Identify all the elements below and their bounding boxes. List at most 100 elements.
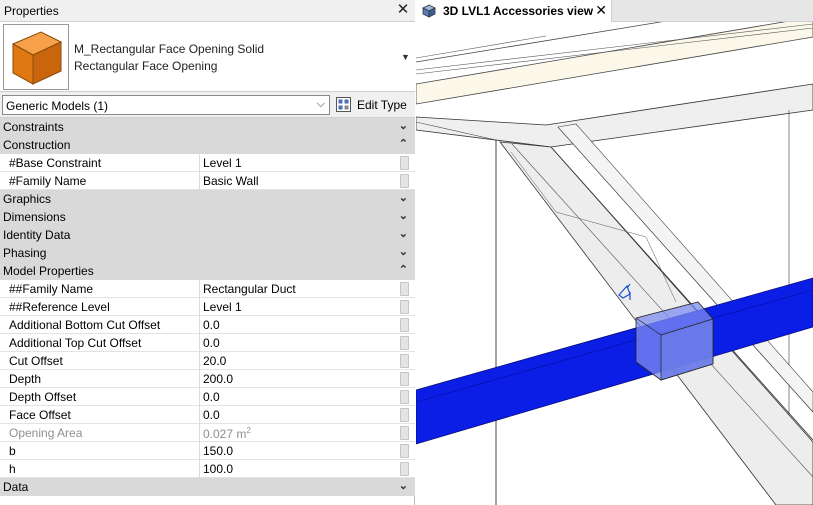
property-name: Depth Offset (0, 388, 200, 406)
property-name: Face Offset (0, 406, 200, 424)
associate-parameter-button[interactable] (400, 444, 409, 458)
chevron-down-icon: ⌵ (316, 98, 325, 110)
3d-model-drawing (416, 22, 813, 505)
view-tab-title: 3D LVL1 Accessories view (443, 4, 594, 18)
property-value[interactable]: 100.0 (200, 460, 396, 478)
collapse-icon[interactable]: ⌃ (399, 137, 408, 150)
group-header[interactable]: Data ⌄ (0, 478, 415, 496)
property-value[interactable]: 0.0 (200, 334, 396, 352)
group-header[interactable]: Construction ⌃ (0, 136, 415, 154)
associate-parameter-button[interactable] (400, 300, 409, 314)
expand-icon[interactable]: ⌄ (399, 227, 408, 240)
property-row: Cut Offset 20.0 (0, 352, 415, 370)
close-icon[interactable]: ✕ (395, 2, 411, 18)
property-row: b 150.0 (0, 442, 415, 460)
property-name: Opening Area (0, 424, 200, 442)
edit-type-button[interactable]: Edit Type (334, 95, 412, 115)
palette-title: Properties (4, 4, 59, 18)
property-row: Additional Top Cut Offset 0.0 (0, 334, 415, 352)
family-name: M_Rectangular Face Opening Solid (74, 42, 265, 56)
3d-viewport[interactable] (416, 22, 813, 505)
associate-parameter-button[interactable] (400, 174, 409, 188)
associate-parameter-button[interactable] (400, 354, 409, 368)
properties-palette: Properties ✕ M_Rectangular Face Opening … (0, 0, 415, 505)
property-row: ##Reference Level Level 1 (0, 298, 415, 316)
associate-parameter-button[interactable] (400, 390, 409, 404)
associate-parameter-button[interactable] (400, 336, 409, 350)
associate-parameter-button[interactable] (400, 372, 409, 386)
group-header[interactable]: Identity Data ⌄ (0, 226, 415, 244)
property-name: #Base Constraint (0, 154, 200, 172)
expand-icon[interactable]: ⌄ (399, 191, 408, 204)
unit-superscript: 2 (246, 426, 251, 435)
3d-view-icon (422, 4, 436, 18)
property-value[interactable]: Rectangular Duct (200, 280, 396, 298)
group-name: Constraints (3, 120, 64, 134)
group-header[interactable]: Constraints ⌄ (0, 118, 415, 136)
property-row: Depth Offset 0.0 (0, 388, 415, 406)
property-name: Additional Top Cut Offset (0, 334, 200, 352)
property-row: Opening Area 0.027 m2 (0, 424, 415, 442)
property-name: #Family Name (0, 172, 200, 190)
property-value[interactable]: Level 1 (200, 154, 396, 172)
property-name: b (0, 442, 200, 460)
group-name: Data (3, 480, 29, 494)
property-name: Additional Bottom Cut Offset (0, 316, 200, 334)
group-name: Construction (3, 138, 71, 152)
property-value[interactable]: 200.0 (200, 370, 396, 388)
expand-icon[interactable]: ⌄ (399, 209, 408, 222)
property-value[interactable]: Basic Wall (200, 172, 396, 190)
group-header[interactable]: Model Properties ⌃ (0, 262, 415, 280)
group-name: Model Properties (3, 264, 94, 278)
property-name: Depth (0, 370, 200, 388)
property-row: #Family Name Basic Wall (0, 172, 415, 190)
edit-type-icon (336, 97, 351, 112)
property-row: Additional Bottom Cut Offset 0.0 (0, 316, 415, 334)
property-name: ##Family Name (0, 280, 200, 298)
category-filter-dropdown[interactable]: Generic Models (1) ⌵ (2, 95, 330, 115)
expand-icon[interactable]: ⌄ (399, 119, 408, 132)
filter-row: Generic Models (1) ⌵ Edit Type (0, 92, 415, 118)
property-value: 0.027 m2 (203, 426, 251, 441)
floor-edge (416, 35, 547, 59)
property-row: ##Family Name Rectangular Duct (0, 280, 415, 298)
tab-3d-view[interactable]: 3D LVL1 Accessories view ✕ (416, 0, 612, 22)
group-header[interactable]: Graphics ⌄ (0, 190, 415, 208)
associate-parameter-button[interactable] (400, 318, 409, 332)
palette-title-bar: Properties ✕ (0, 0, 415, 22)
group-header[interactable]: Phasing ⌄ (0, 244, 415, 262)
property-name: ##Reference Level (0, 298, 200, 316)
collapse-icon[interactable]: ⌃ (399, 263, 408, 276)
properties-grid: Constraints ⌄ Construction ⌃ #Base Constrain… (0, 118, 415, 505)
expand-icon[interactable]: ⌄ (399, 479, 408, 492)
property-name: Cut Offset (0, 352, 200, 370)
property-row: #Base Constraint Level 1 (0, 154, 415, 172)
property-value[interactable]: 0.0 (200, 316, 396, 334)
property-value[interactable]: 0.0 (200, 388, 396, 406)
property-row: h 100.0 (0, 460, 415, 478)
expand-icon[interactable]: ⌄ (399, 245, 408, 258)
type-name: Rectangular Face Opening (74, 59, 218, 73)
group-name: Dimensions (3, 210, 66, 224)
associate-parameter-button[interactable] (400, 156, 409, 170)
chevron-down-icon[interactable]: ▼ (401, 52, 411, 62)
associate-parameter-button[interactable] (400, 282, 409, 296)
associate-parameter-button[interactable] (400, 462, 409, 476)
category-filter-value: Generic Models (1) (6, 99, 109, 113)
group-name: Identity Data (3, 228, 71, 242)
property-value[interactable]: 150.0 (200, 442, 396, 460)
associate-parameter-button[interactable] (400, 408, 409, 422)
group-name: Graphics (3, 192, 52, 206)
property-value[interactable]: 20.0 (200, 352, 396, 370)
type-selector[interactable]: M_Rectangular Face Opening Solid Rectang… (0, 22, 415, 92)
property-row: Depth 200.0 (0, 370, 415, 388)
family-thumbnail-icon (3, 24, 69, 90)
close-tab-icon[interactable]: ✕ (595, 2, 607, 19)
view-tab-bar: 3D LVL1 Accessories view ✕ (416, 0, 813, 22)
property-name: h (0, 460, 200, 478)
group-header[interactable]: Dimensions ⌄ (0, 208, 415, 226)
property-value[interactable]: 0.0 (200, 406, 396, 424)
property-value[interactable]: Level 1 (200, 298, 396, 316)
edit-type-label: Edit Type (357, 98, 407, 112)
associate-parameter-button[interactable] (400, 426, 409, 440)
